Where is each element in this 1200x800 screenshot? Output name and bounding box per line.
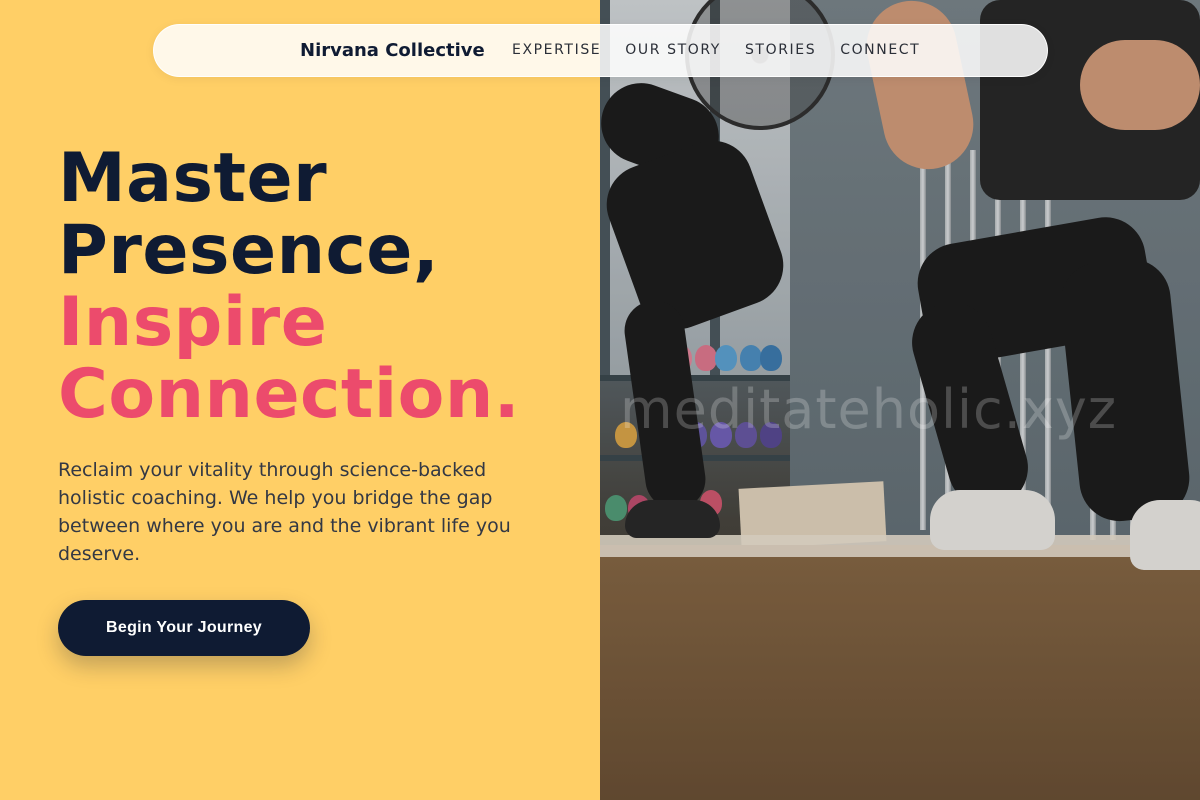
headline-accent-2: Connection.: [58, 355, 521, 434]
nav-link-connect[interactable]: CONNECT: [840, 42, 920, 58]
nav-link-expertise[interactable]: EXPERTISE: [512, 42, 601, 58]
begin-journey-button[interactable]: Begin Your Journey: [58, 600, 310, 656]
watermark-text: meditateholic.xyz: [620, 378, 1118, 441]
nav-link-our-story[interactable]: OUR STORY: [625, 42, 721, 58]
headline-line-2: Presence,: [58, 211, 440, 290]
top-navbar: Nirvana Collective EXPERTISE OUR STORY S…: [153, 24, 1048, 77]
headline-line-1: Master: [58, 139, 328, 218]
hero-subtext: Reclaim your vitality through science-ba…: [58, 459, 511, 565]
brand-logo[interactable]: Nirvana Collective: [300, 40, 485, 61]
nav-link-stories[interactable]: STORIES: [745, 42, 816, 58]
nav-links: EXPERTISE OUR STORY STORIES CONNECT: [512, 42, 944, 58]
headline-accent-1: Inspire: [58, 283, 328, 362]
hero-headline: Master Presence, Inspire Connection.: [58, 143, 520, 431]
